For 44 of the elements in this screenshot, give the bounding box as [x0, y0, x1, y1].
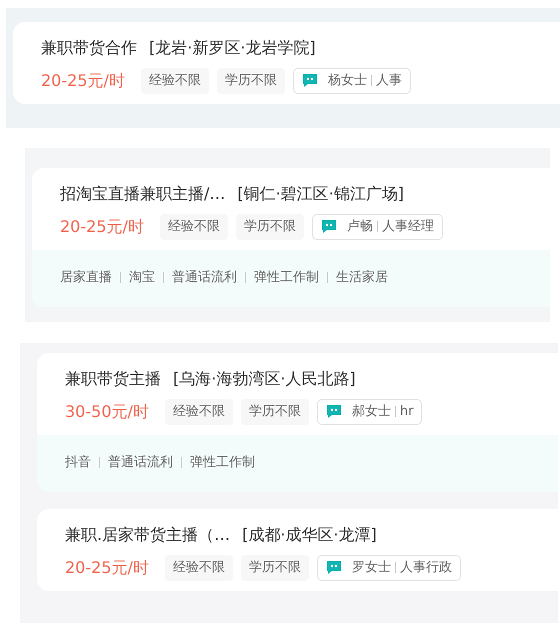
chat-icon — [326, 560, 342, 576]
skill-tag: 淘宝 — [129, 268, 155, 287]
job-location: [龙岩·新罗区·龙岩学院] — [149, 37, 316, 59]
skill-tag: 普通话流利 — [172, 268, 237, 287]
job-title: 招淘宝直播兼职主播/… — [60, 183, 226, 205]
job-title: 兼职.居家带货主播（… — [65, 524, 230, 546]
requirement-tag: 学历不限 — [216, 68, 285, 94]
skill-tag: 普通话流利 — [108, 452, 173, 472]
recruiter-name: 杨女士 — [328, 72, 367, 90]
job-title: 兼职带货合作 — [41, 37, 137, 59]
skill-tag: 抖音 — [65, 452, 91, 472]
recruiter-role: 人事 — [376, 72, 402, 90]
recruiter-role: 人事经理 — [382, 218, 434, 236]
recruiter-name: 卢畅 — [346, 218, 373, 236]
recruiter-name: 郝女士 — [352, 403, 391, 421]
salary: 20-25元/时 — [60, 216, 144, 238]
skill-tag: 生活家居 — [336, 268, 388, 287]
job-card[interactable]: 兼职.居家带货主播（… [成都·成华区·龙潭] 20-25元/时 经验不限 学历不限 罗女士 人事行政 — [37, 509, 558, 590]
job-location: [成都·成华区·龙潭] — [242, 524, 377, 546]
skill-tag: 弹性工作制 — [254, 268, 319, 287]
chat-icon — [320, 219, 337, 234]
salary: 30-50元/时 — [65, 400, 149, 423]
recruiter-role: 人事行政 — [400, 559, 452, 577]
job-location: [乌海·海勃湾区·人民北路] — [173, 368, 356, 390]
salary: 20-25元/时 — [65, 556, 149, 579]
job-card[interactable]: 招淘宝直播兼职主播/… [铜仁·碧江区·锦江广场] 20-25元/时 经验不限 学历不限 卢畅 人事经理 居家直播 淘宝 普通话流利 弹性工作制 生活家居 — [32, 168, 550, 307]
requirement-tag: 学历不限 — [236, 214, 304, 240]
job-location: [铜仁·碧江区·锦江广场] — [237, 183, 404, 205]
job-card[interactable]: 兼职带货主播 [乌海·海勃湾区·人民北路] 30-50元/时 经验不限 学历不限 郝女士 hr 抖音 普通话流利 弹性工作制 — [37, 353, 558, 492]
chat-icon — [302, 73, 318, 88]
requirement-tag: 经验不限 — [164, 555, 233, 580]
requirement-tag: 经验不限 — [160, 214, 228, 240]
requirement-tag: 学历不限 — [240, 399, 309, 424]
salary: 20-25元/时 — [41, 70, 125, 92]
recruiter-role: hr — [400, 403, 414, 421]
recruiter-name: 罗女士 — [352, 559, 391, 577]
skill-tag: 弹性工作制 — [190, 452, 255, 472]
requirement-tag: 学历不限 — [240, 555, 309, 580]
chat-icon — [326, 404, 342, 420]
job-title: 兼职带货主播 — [65, 368, 161, 390]
requirement-tag: 经验不限 — [164, 399, 233, 424]
skill-tag: 居家直播 — [60, 268, 112, 287]
requirement-tag: 经验不限 — [140, 68, 209, 94]
job-card[interactable]: 兼职带货合作 [龙岩·新罗区·龙岩学院] 20-25元/时 经验不限 学历不限 杨女士 人事 — [13, 22, 560, 104]
